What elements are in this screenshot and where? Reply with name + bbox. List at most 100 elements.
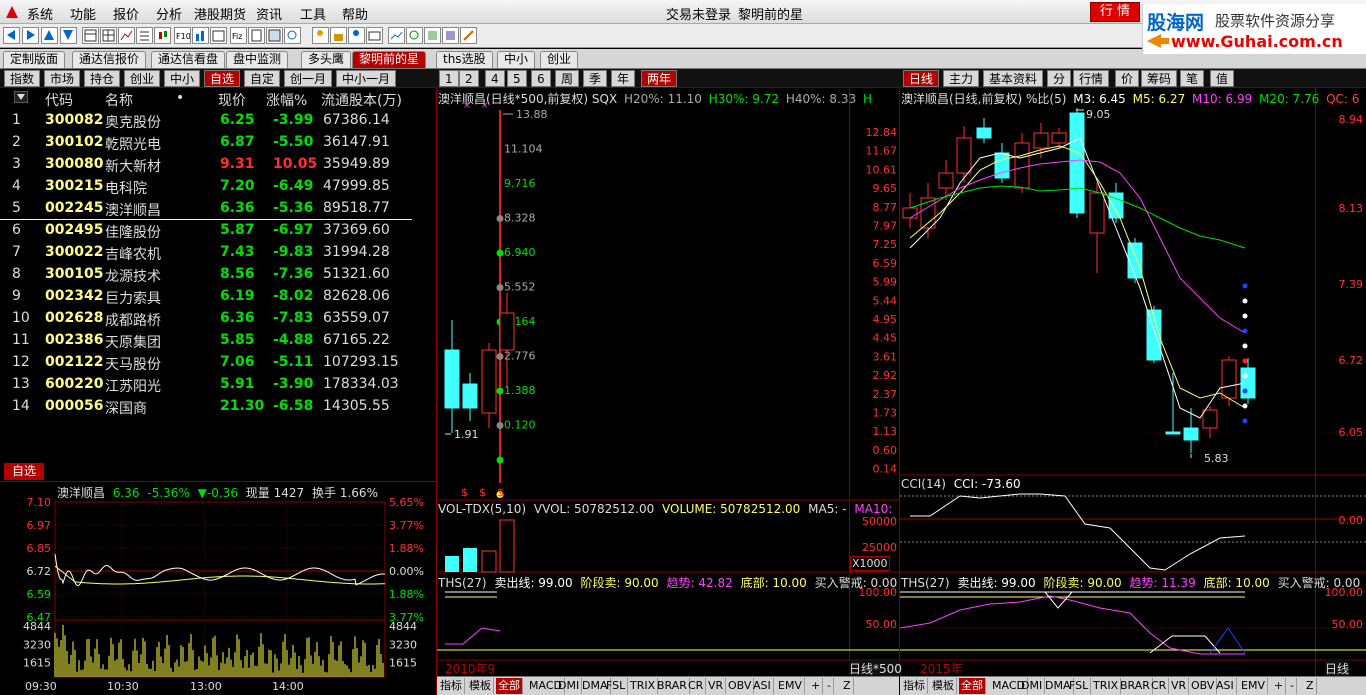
right-bottom-tab-1[interactable]: 模板 [930,678,957,694]
chart-icon[interactable] [118,27,135,44]
list-icon[interactable] [136,27,153,44]
f10-icon[interactable]: F10 [174,27,191,44]
candle-icon[interactable] [154,27,171,44]
right-bottom-tab-2[interactable]: 全部 [959,678,986,694]
mid-bottom-tab-12[interactable]: ASI [751,678,774,694]
header-change[interactable]: 涨幅% [266,90,307,110]
window-icon[interactable] [266,27,283,44]
list-tab-2[interactable]: 持仓 [84,70,121,87]
mail-icon[interactable] [366,27,383,44]
mid-bottom-tab-8[interactable]: BRAR [655,678,690,694]
period-tab-right-2[interactable]: 基本资料 [983,70,1044,87]
period-tab-mid-2[interactable]: 4 [485,70,505,87]
list-tab-6[interactable]: 自定 [244,70,281,87]
right-bottom-tab-4[interactable]: DMI [1019,678,1046,694]
list-tab-8[interactable]: 中小一月 [336,70,397,87]
menu-quote[interactable]: 报价 [113,4,139,23]
right-bottom-nav-1[interactable]: - [1288,678,1297,694]
period-tab-right-4[interactable]: 行情 [1073,70,1110,87]
period-tab-mid-4[interactable]: 6 [531,70,551,87]
page-tab-2[interactable]: 通达信看盘 [151,51,226,68]
import-icon[interactable] [442,27,459,44]
table-row[interactable]: 10 002628 成都路桥 6.36 -7.83 63559.07 [0,308,412,330]
right-bottom-tab-8[interactable]: BRAR [1118,678,1153,694]
intraday-chart[interactable]: 澳洋顺昌 6.36 -5.36% ▼-0.36 现量 1427 换手 1.66%… [0,482,436,694]
table-row[interactable]: 6 002495 佳隆股份 5.87 -6.97 37369.60 [0,220,412,242]
period-tab-right-8[interactable]: 值 [1210,70,1235,87]
header-name[interactable]: 名称 [105,90,133,110]
table-row[interactable]: 4 300215 电科院 7.20 -6.49 47999.85 [0,176,412,198]
list-tab-3[interactable]: 创业 [124,70,161,87]
period-tab-mid-1[interactable]: 2 [459,70,479,87]
refresh-icon[interactable] [406,27,423,44]
fiz-icon[interactable]: Fiz [230,27,247,44]
period-tab-mid-5[interactable]: 周 [555,70,580,87]
mid-bottom-nav-2[interactable]: Z [841,678,854,694]
table-row[interactable]: 5 002245 澳洋顺昌 6.36 -5.36 89518.77 [0,198,412,220]
quote-button[interactable]: 行 情 [1090,2,1140,22]
mid-bottom-tab-4[interactable]: DMI [556,678,583,694]
table-row[interactable]: 1 300082 奥克股份 6.25 -3.99 67386.14 [0,110,412,132]
page-tab-0[interactable]: 定制版面 [3,51,66,68]
back-icon[interactable] [3,27,20,44]
menu-help[interactable]: 帮助 [342,4,368,23]
zixuan-tab[interactable]: 自选 [4,463,44,480]
table-row[interactable]: 3 300080 新大新材 9.31 10.05 35949.89 [0,154,412,176]
right-kline-chart[interactable]: 8.94 8.13 7.39 6.72 6.05 9.05 5.83 0.00 100.00 50… [900,88,1366,677]
right-bottom-tab-13[interactable]: EMV [1239,678,1268,694]
table-row[interactable]: 2 300102 乾照光电 6.87 -5.50 36147.91 [0,132,412,154]
down-icon[interactable] [60,27,77,44]
period-tab-right-1[interactable]: 主力 [943,70,980,87]
menu-tools[interactable]: 工具 [300,4,326,23]
period-tab-right-6[interactable]: 筹码 [1141,70,1178,87]
mid-bottom-tab-7[interactable]: TRIX [628,678,659,694]
line-chart-icon[interactable] [388,27,405,44]
period-tab-mid-0[interactable]: 1 [439,70,459,87]
table-row[interactable]: 12 002122 天马股份 7.06 -5.11 107293.15 [0,352,412,374]
mid-bottom-nav-1[interactable]: - [825,678,834,694]
right-bottom-tab-10[interactable]: VR [1169,678,1190,694]
header-price[interactable]: 现价 [218,90,246,110]
header-code[interactable]: 代码 [45,90,73,110]
list-tab-7[interactable]: 创一月 [284,70,333,87]
user-icon[interactable] [348,27,365,44]
right-bottom-nav-2[interactable]: Z [1304,678,1317,694]
forward-icon[interactable] [22,27,39,44]
mid-bottom-tab-9[interactable]: CR [686,678,707,694]
menu-function[interactable]: 功能 [70,4,96,23]
table-row[interactable]: 7 300022 吉峰农机 7.43 -9.83 31994.28 [0,242,412,264]
page-tab-6[interactable]: ths选股 [436,51,493,68]
table-row[interactable]: 11 002386 天原集团 5.85 -4.88 67165.22 [0,330,412,352]
pen-icon[interactable] [460,27,477,44]
report-icon[interactable] [82,27,99,44]
trade-status[interactable]: 交易未登录 [666,4,731,23]
up-icon[interactable] [41,27,58,44]
lock-icon[interactable] [330,27,347,44]
table-row[interactable]: 8 300105 龙源技术 8.56 -7.36 51321.60 [0,264,412,286]
export-icon[interactable] [424,27,441,44]
list-tab-5[interactable]: 自选 [204,70,241,87]
right-bottom-tab-6[interactable]: FSL [1067,678,1092,694]
right-bottom-tab-9[interactable]: CR [1149,678,1170,694]
period-tab-mid-7[interactable]: 年 [611,70,636,87]
sort-icon[interactable] [13,90,29,107]
mid-bottom-tab-6[interactable]: FSL [604,678,629,694]
right-bottom-tab-7[interactable]: TRIX [1091,678,1122,694]
menu-system[interactable]: 系统 [27,4,53,23]
mid-bottom-nav-0[interactable]: + [809,678,824,694]
period-tab-mid-8[interactable]: 两年 [641,70,678,87]
users-icon[interactable] [312,27,329,44]
page-tab-4[interactable]: 多头鹰 [301,51,352,68]
period-tab-mid-3[interactable]: 5 [507,70,527,87]
right-bottom-tab-12[interactable]: ASI [1214,678,1237,694]
mid-kline-chart[interactable]: 13.88 11.104 9.716 8.328 6.940 5.552 4.164 2.77… [437,88,902,677]
doc-icon[interactable] [248,27,265,44]
page-tab-3[interactable]: 盘中监测 [226,51,289,68]
period-tab-mid-6[interactable]: 季 [583,70,608,87]
period-tab-right-0[interactable]: 日线 [903,70,940,87]
mid-bottom-tab-13[interactable]: EMV [776,678,805,694]
page-tab-5[interactable]: 黎明前的星 [352,51,427,68]
mid-bottom-tab-2[interactable]: 全部 [496,678,523,694]
calendar-icon[interactable] [210,27,227,44]
page-tab-1[interactable]: 通达信报价 [72,51,147,68]
